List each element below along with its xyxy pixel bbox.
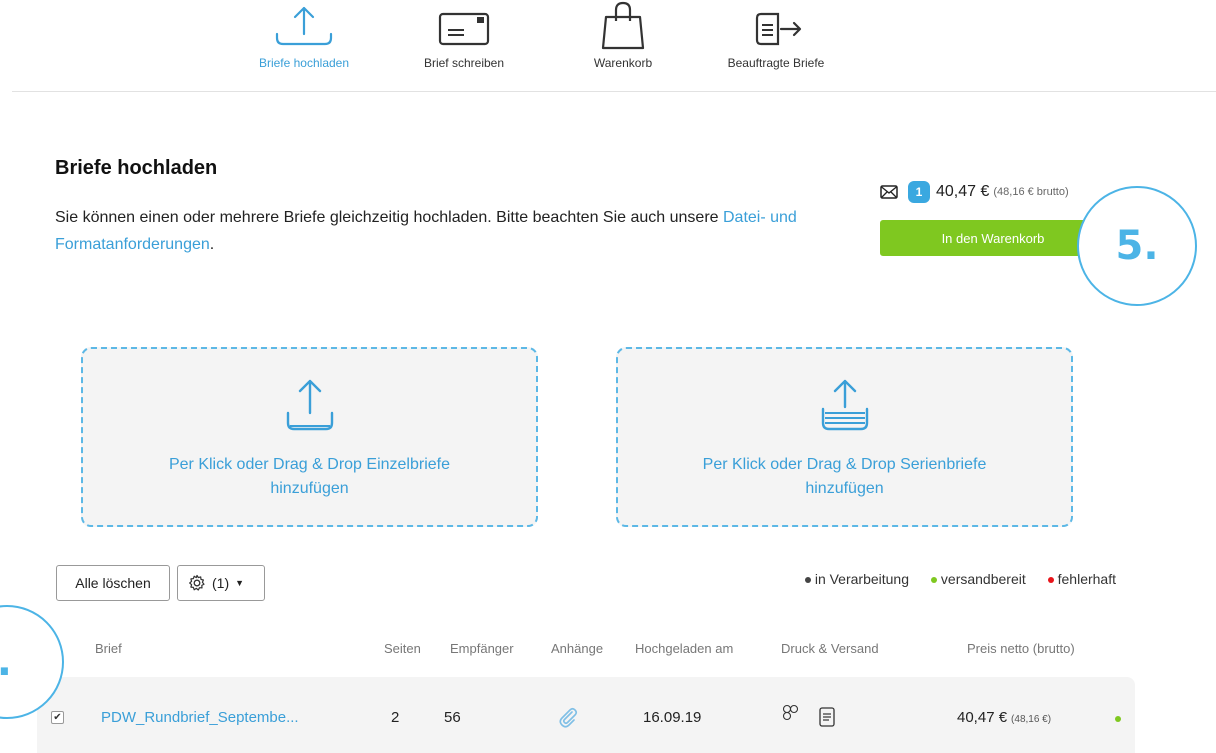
sent-letters-icon bbox=[755, 12, 802, 46]
legend-processing-label: in Verarbeitung bbox=[814, 571, 910, 587]
step-sent-letters[interactable]: Beauftragte Briefe bbox=[696, 0, 856, 70]
document-icon bbox=[819, 707, 835, 727]
table-row[interactable]: ✔ PDW_Rundbrief_Septembe... 2 56 16.09.1… bbox=[37, 677, 1135, 753]
header-recipients: Empfänger bbox=[450, 641, 514, 656]
add-to-cart-button[interactable]: In den Warenkorb bbox=[880, 220, 1106, 256]
shopping-bag-icon bbox=[601, 1, 645, 50]
status-dot-processing bbox=[804, 577, 811, 584]
row-upload-date: 16.09.19 bbox=[643, 709, 702, 726]
table-header: Brief Seiten Empfänger Anhänge Hochgelad… bbox=[0, 641, 1216, 661]
header-uploaded: Hochgeladen am bbox=[635, 641, 734, 656]
step-cart[interactable]: Warenkorb bbox=[543, 0, 703, 70]
intro-end: . bbox=[209, 236, 215, 253]
letter-count-badge: 1 bbox=[908, 181, 930, 203]
row-recipients: 56 bbox=[444, 709, 461, 726]
page-title: Briefe hochladen bbox=[55, 157, 218, 179]
header-letter: Brief bbox=[95, 641, 122, 656]
settings-dropdown-button[interactable]: (1) ▼ bbox=[177, 565, 265, 601]
intro-text: Sie können einen oder mehrere Briefe gle… bbox=[55, 204, 845, 258]
caret-down-icon: ▼ bbox=[235, 578, 245, 588]
step-write-letter[interactable]: Brief schreiben bbox=[384, 0, 544, 70]
header-price: Preis netto (brutto) bbox=[967, 641, 1075, 656]
header-pages: Seiten bbox=[384, 641, 421, 656]
row-net-price: 40,47 € bbox=[957, 709, 1008, 726]
upload-stack-icon bbox=[821, 379, 868, 431]
nav-divider bbox=[12, 91, 1216, 92]
mail-icon bbox=[880, 185, 898, 199]
step-label: Briefe hochladen bbox=[258, 56, 350, 70]
upload-icon bbox=[275, 6, 333, 46]
legend-error: fehlerhaft bbox=[1047, 571, 1116, 587]
step-label: Brief schreiben bbox=[423, 56, 505, 70]
step-navigation: Briefe hochladen Brief schreiben Warenko… bbox=[0, 0, 1216, 92]
upload-tray-icon bbox=[286, 379, 333, 431]
status-dot-error bbox=[1047, 577, 1054, 584]
row-price: 40,47 € (48,16 €) bbox=[957, 709, 1051, 726]
header-print: Druck & Versand bbox=[781, 641, 879, 656]
settings-count: (1) bbox=[212, 575, 230, 591]
step-upload[interactable]: Briefe hochladen bbox=[224, 0, 384, 70]
row-status-dot bbox=[1115, 716, 1121, 722]
legend-ready: versandbereit bbox=[930, 571, 1026, 587]
summary-net-price: 40,47 € bbox=[936, 183, 990, 200]
legend-ready-label: versandbereit bbox=[940, 571, 1026, 587]
serial-dropzone-text: Per Klick oder Drag & Drop Serienbriefe … bbox=[702, 456, 987, 497]
status-dot-ready bbox=[930, 577, 937, 584]
legend-error-label: fehlerhaft bbox=[1057, 571, 1116, 587]
single-dropzone-text: Per Klick oder Drag & Drop Einzelbriefe … bbox=[168, 456, 450, 497]
status-legend: in Verarbeitung versandbereit fehlerhaft bbox=[787, 571, 1116, 587]
color-print-icon bbox=[782, 704, 799, 721]
cart-summary: 1 40,47 € (48,16 € brutto) bbox=[880, 180, 1069, 204]
clear-all-button[interactable]: Alle löschen bbox=[56, 565, 170, 601]
intro-sentence: Sie können einen oder mehrere Briefe gle… bbox=[55, 209, 723, 226]
step-label: Beauftragte Briefe bbox=[727, 56, 825, 70]
step-label: Warenkorb bbox=[593, 56, 653, 70]
row-pages: 2 bbox=[391, 709, 400, 726]
gear-icon bbox=[189, 574, 205, 591]
single-letter-dropzone[interactable]: Per Klick oder Drag & Drop Einzelbriefe … bbox=[81, 347, 538, 527]
paperclip-icon[interactable] bbox=[557, 706, 579, 728]
header-attachments: Anhänge bbox=[551, 641, 604, 656]
summary-gross-price: (48,16 € brutto) bbox=[993, 186, 1069, 198]
legend-processing: in Verarbeitung bbox=[804, 571, 910, 587]
tutorial-step-marker-5: 5. bbox=[1077, 186, 1197, 306]
row-gross-price: (48,16 €) bbox=[1011, 714, 1052, 725]
row-checkbox[interactable]: ✔ bbox=[51, 711, 64, 724]
letter-file-link[interactable]: PDW_Rundbrief_Septembe... bbox=[101, 709, 299, 726]
serial-letter-dropzone[interactable]: Per Klick oder Drag & Drop Serienbriefe … bbox=[616, 347, 1073, 527]
envelope-icon bbox=[438, 12, 490, 46]
